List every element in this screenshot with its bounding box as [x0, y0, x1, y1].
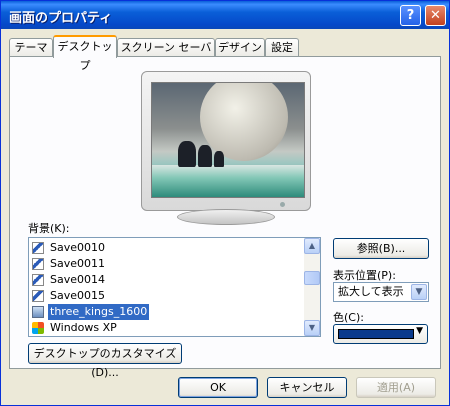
- customize-desktop-button[interactable]: デスクトップのカスタマイズ(D)...: [28, 343, 182, 379]
- close-button[interactable]: ✕: [425, 5, 446, 26]
- pen-icon: [32, 242, 44, 254]
- power-led-icon: [280, 202, 285, 207]
- pen-icon: [32, 274, 44, 286]
- scroll-down-icon[interactable]: ▼: [304, 320, 320, 336]
- list-scrollbar[interactable]: ▲ ▼: [304, 238, 320, 336]
- ok-button[interactable]: OK: [178, 377, 258, 398]
- rock-graphic: [214, 151, 224, 167]
- browse-button[interactable]: 参照(B)...: [333, 238, 429, 259]
- color-swatch: [338, 329, 414, 339]
- title-bar[interactable]: 画面のプロパティ ? ✕: [1, 1, 449, 29]
- monitor-preview: [141, 71, 311, 226]
- cancel-button[interactable]: キャンセル: [267, 377, 347, 398]
- image-icon: [32, 306, 44, 318]
- windows-logo-icon: [32, 322, 44, 334]
- scroll-up-icon[interactable]: ▲: [304, 238, 320, 254]
- apply-button[interactable]: 適用(A): [356, 377, 436, 398]
- scroll-thumb[interactable]: [304, 271, 320, 285]
- tab-theme[interactable]: テーマ: [9, 38, 53, 56]
- tab-design[interactable]: デザイン: [215, 38, 265, 56]
- wallpaper-preview: [151, 82, 305, 198]
- window-title: 画面のプロパティ: [9, 11, 113, 26]
- monitor-case: [141, 71, 311, 211]
- tab-desktop[interactable]: デスクトップ: [53, 35, 117, 72]
- shore-graphic: [152, 165, 304, 197]
- position-select[interactable]: 拡大して表示 ▼: [333, 282, 429, 302]
- rock-graphic: [178, 141, 196, 167]
- color-label: 色(C):: [333, 311, 364, 324]
- rock-graphic: [198, 145, 212, 167]
- color-picker-button[interactable]: ▼: [333, 324, 428, 344]
- background-label: 背景(K):: [28, 222, 70, 235]
- tab-settings[interactable]: 設定: [265, 38, 299, 56]
- background-list[interactable]: Save0010 Save0011 Save0014 Save0015 thre…: [28, 237, 321, 337]
- tab-screensaver[interactable]: スクリーン セーバー: [117, 38, 215, 71]
- moon-graphic: [200, 83, 288, 161]
- pen-icon: [32, 290, 44, 302]
- position-value: 拡大して表示: [338, 285, 404, 298]
- help-button[interactable]: ?: [400, 5, 421, 26]
- monitor-stand: [177, 209, 275, 225]
- pen-icon: [32, 258, 44, 270]
- position-label: 表示位置(P):: [333, 269, 396, 282]
- chevron-down-icon[interactable]: ▼: [411, 284, 427, 300]
- chevron-down-icon: ▼: [416, 326, 423, 336]
- display-properties-window: 画面のプロパティ ? ✕ テーマ デスクトップ スクリーン セーバー デザイン …: [0, 0, 450, 406]
